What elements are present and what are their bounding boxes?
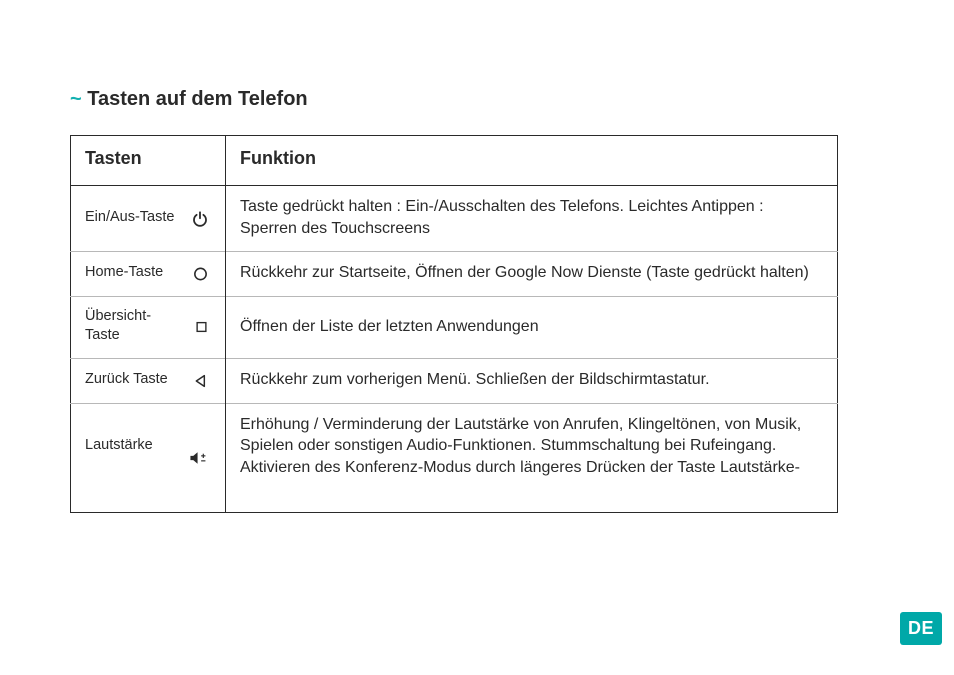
- function-cell: Öffnen der Liste der letzten Anwendungen: [226, 296, 838, 358]
- table-row: Home-Taste Rückkehr zur Startseite, Öffn…: [71, 252, 838, 297]
- header-keys: Tasten: [71, 136, 226, 186]
- page-content: ~ Tasten auf dem Telefon Tasten Funktion…: [0, 0, 954, 553]
- language-badge: DE: [900, 612, 942, 645]
- power-icon: [191, 210, 209, 228]
- key-cell: Home-Taste: [71, 252, 226, 297]
- header-function: Funktion: [226, 136, 838, 186]
- key-label: Home-Taste: [85, 263, 163, 283]
- heading-text: Tasten auf dem Telefon: [87, 88, 307, 110]
- function-cell: Rückkehr zum vorherigen Menü. Schließen …: [226, 358, 838, 403]
- overview-square-icon: [194, 320, 209, 335]
- function-cell: Rückkehr zur Startseite, Öffnen der Goog…: [226, 252, 838, 297]
- key-label: Ein/Aus-Taste: [85, 208, 174, 228]
- table-row: Lautstärke Erhöhung / Verminderung der L…: [71, 403, 838, 513]
- key-label: Lautstärke: [85, 436, 153, 456]
- function-cell: Erhöhung / Verminderung der Lautstärke v…: [226, 403, 838, 513]
- table-row: Zurück Taste Rückkehr zum vorherigen Men…: [71, 358, 838, 403]
- key-label: Übersicht-Taste: [85, 307, 175, 346]
- table-row: Ein/Aus-Taste Taste gedrückt halten : Ei…: [71, 186, 838, 252]
- function-cell: Taste gedrückt halten : Ein-/Ausschalten…: [226, 186, 838, 252]
- volume-icon: [189, 449, 209, 467]
- key-cell: Lautstärke: [71, 403, 226, 513]
- key-cell: Übersicht-Taste: [71, 296, 226, 358]
- home-circle-icon: [192, 265, 209, 282]
- keys-table: Tasten Funktion Ein/Aus-Taste Taste gedr…: [70, 135, 838, 513]
- key-cell: Ein/Aus-Taste: [71, 186, 226, 252]
- section-heading: ~ Tasten auf dem Telefon: [70, 88, 884, 111]
- key-cell: Zurück Taste: [71, 358, 226, 403]
- heading-prefix: ~: [70, 88, 82, 110]
- back-triangle-icon: [193, 373, 209, 389]
- table-header-row: Tasten Funktion: [71, 136, 838, 186]
- table-row: Übersicht-Taste Öffnen der Liste der let…: [71, 296, 838, 358]
- key-label: Zurück Taste: [85, 370, 168, 390]
